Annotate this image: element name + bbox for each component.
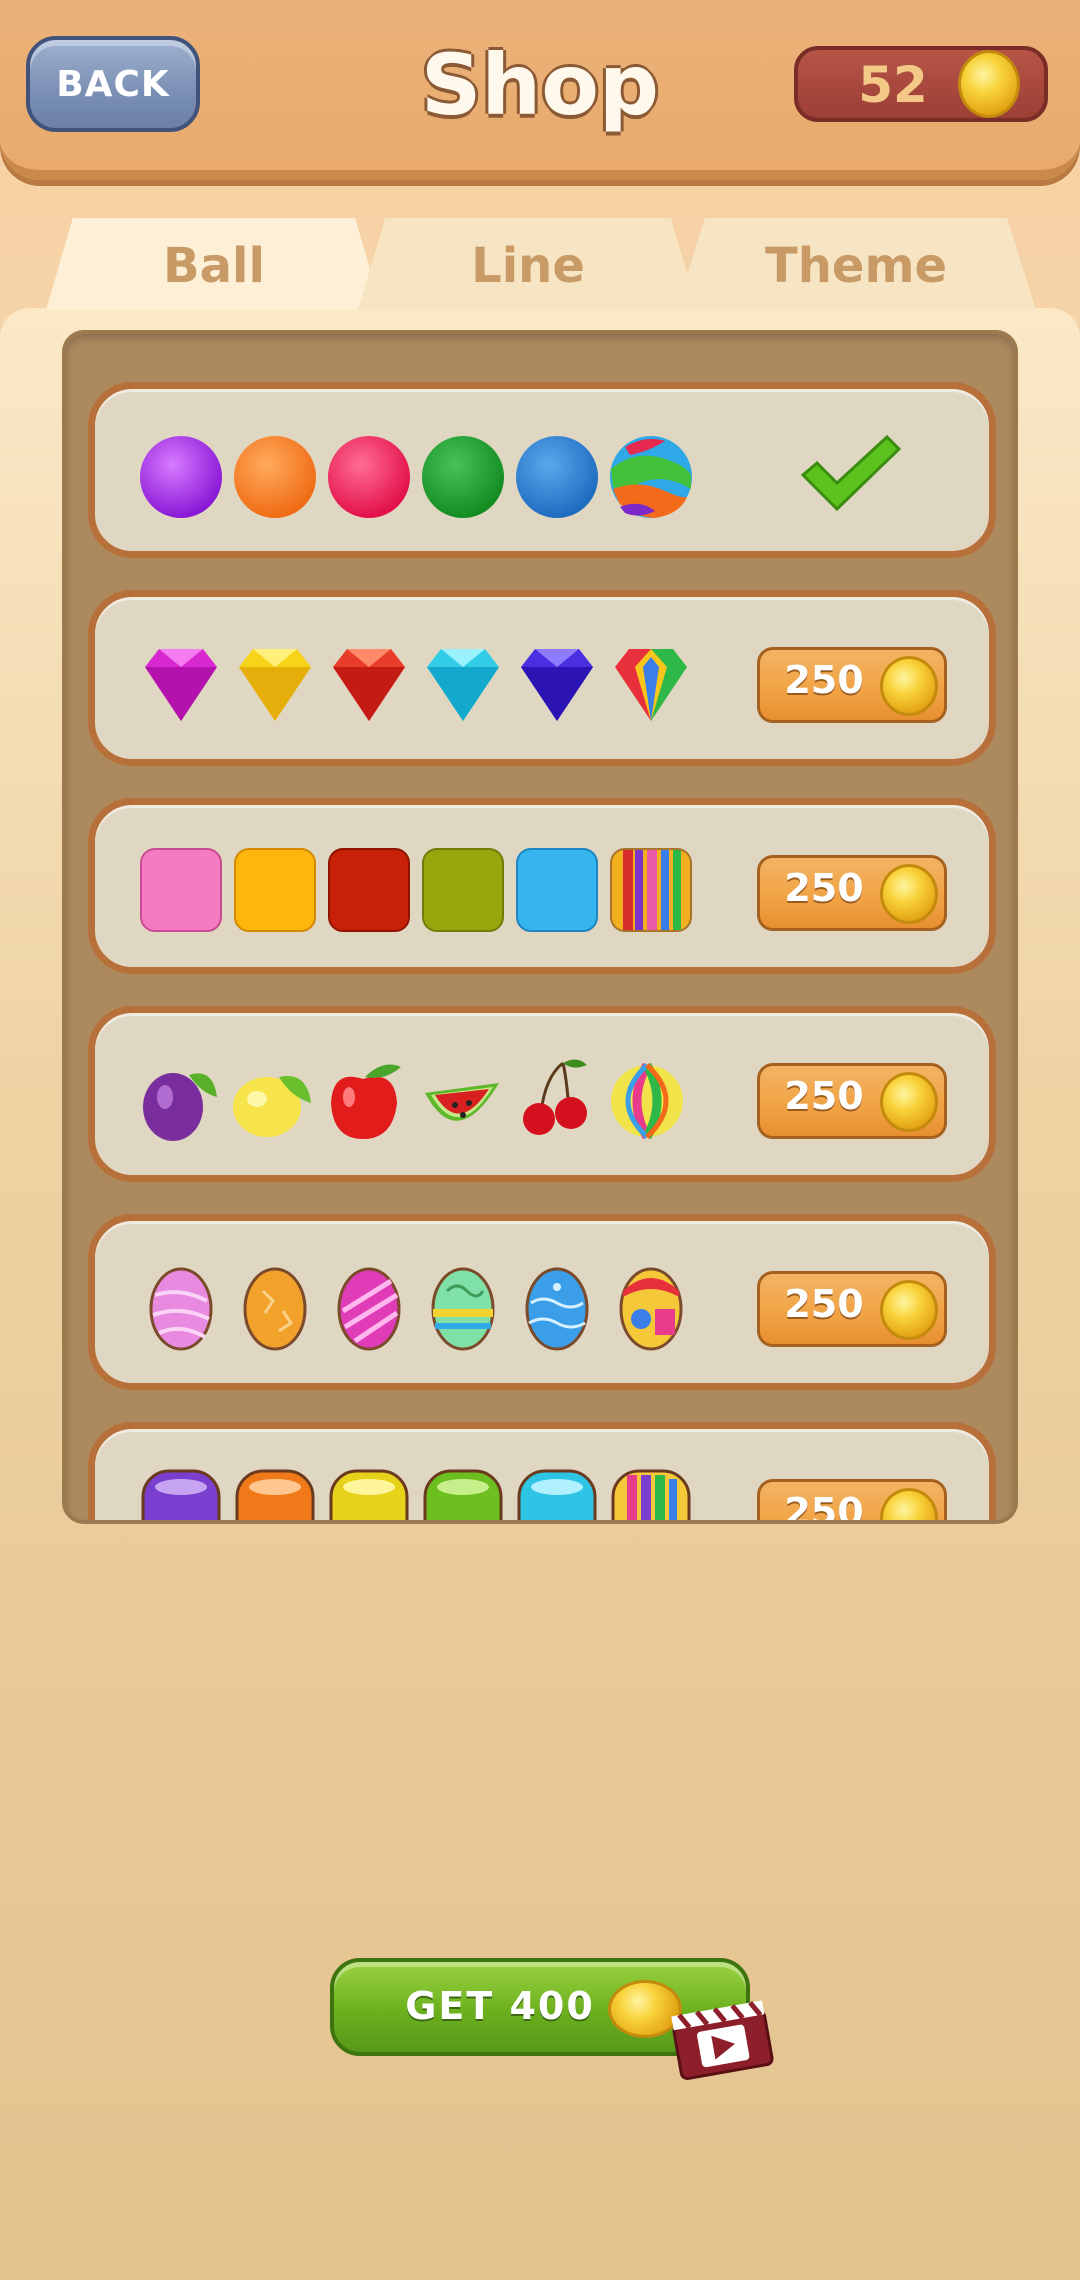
sky-square-icon [516,848,598,932]
pink-egg-icon [149,1267,213,1351]
list-item-jars[interactable]: 250 [88,1422,996,1524]
indigo-gem-icon [521,649,593,721]
plain-balls-preview [140,436,692,518]
buy-gems-button[interactable]: 250 [757,647,947,723]
magenta-gem-icon [145,649,217,721]
cyan-gem-icon [427,649,499,721]
coin-icon [880,1072,938,1132]
fruits-preview [143,1059,683,1141]
jars-preview [141,1469,691,1520]
list-item-gems[interactable]: 250 [88,590,996,766]
coin-icon [958,50,1020,118]
get-coins-label: GET 400 [405,1984,595,2028]
red-square-icon [328,848,410,932]
red-gem-icon [333,649,405,721]
tab-label: Theme [764,238,948,294]
list-item-plain-balls[interactable] [88,382,996,558]
purple-ball-icon [140,436,222,518]
coin-count: 52 [858,56,928,114]
back-button[interactable]: BACK [26,36,200,132]
list-item-squares[interactable]: 250 [88,798,996,974]
cyan-jar-icon [517,1469,597,1520]
apple-icon [331,1064,401,1139]
tab-theme[interactable]: Theme [676,218,1036,310]
rainbow-gem-icon [615,649,687,721]
price-label: 250 [784,1490,864,1524]
buy-squares-button[interactable]: 250 [757,855,947,931]
rainbow-jar-icon [611,1469,691,1520]
eggs-preview [149,1267,683,1351]
mint-egg-icon [431,1267,495,1351]
buy-eggs-button[interactable]: 250 [757,1271,947,1347]
orange-jar-icon [235,1469,315,1520]
list-item-eggs[interactable]: 250 [88,1214,996,1390]
top-bar: BACK Shop 52 [0,0,1080,180]
green-jar-icon [423,1469,503,1520]
tab-label: Ball [163,238,265,294]
watermelon-icon [425,1083,499,1121]
coin-icon [880,656,938,716]
coin-icon [880,1488,938,1520]
tab-label: Line [471,238,585,294]
cherry-icon [523,1059,587,1135]
price-label: 250 [784,866,864,910]
green-ball-icon [422,436,504,518]
yellow-gem-icon [239,649,311,721]
pink-ball-icon [328,436,410,518]
gems-preview [145,649,687,721]
pink-square-icon [140,848,222,932]
amber-square-icon [234,848,316,932]
swirl-ball-icon [610,436,692,518]
rainbow-egg-icon [619,1267,683,1351]
price-label: 250 [784,658,864,702]
yellow-jar-icon [329,1469,409,1520]
price-label: 250 [784,1074,864,1118]
list-item-fruits[interactable]: 250 [88,1006,996,1182]
coin-balance: 52 [794,46,1048,122]
tab-ball[interactable]: Ball [46,218,382,310]
orange-egg-icon [243,1267,307,1351]
plum-icon [143,1073,217,1141]
magenta-egg-icon [337,1267,401,1351]
coin-icon [880,1280,938,1340]
buy-jars-button[interactable]: 250 [757,1479,947,1524]
price-label: 250 [784,1282,864,1326]
olive-square-icon [422,848,504,932]
lemon-icon [233,1076,311,1137]
tab-line[interactable]: Line [358,218,698,310]
orange-ball-icon [234,436,316,518]
blue-ball-icon [516,436,598,518]
purple-jar-icon [141,1469,221,1520]
skin-list[interactable]: 250 250 250 250 250 [62,330,1018,1524]
page-title: Shop [420,36,660,134]
blue-egg-icon [525,1267,589,1351]
striped-square-icon [610,848,692,932]
buy-fruits-button[interactable]: 250 [757,1063,947,1139]
beach-ball-icon [611,1062,683,1140]
squares-preview [140,848,692,932]
coin-icon [880,864,938,924]
selected-check-icon [800,434,902,512]
